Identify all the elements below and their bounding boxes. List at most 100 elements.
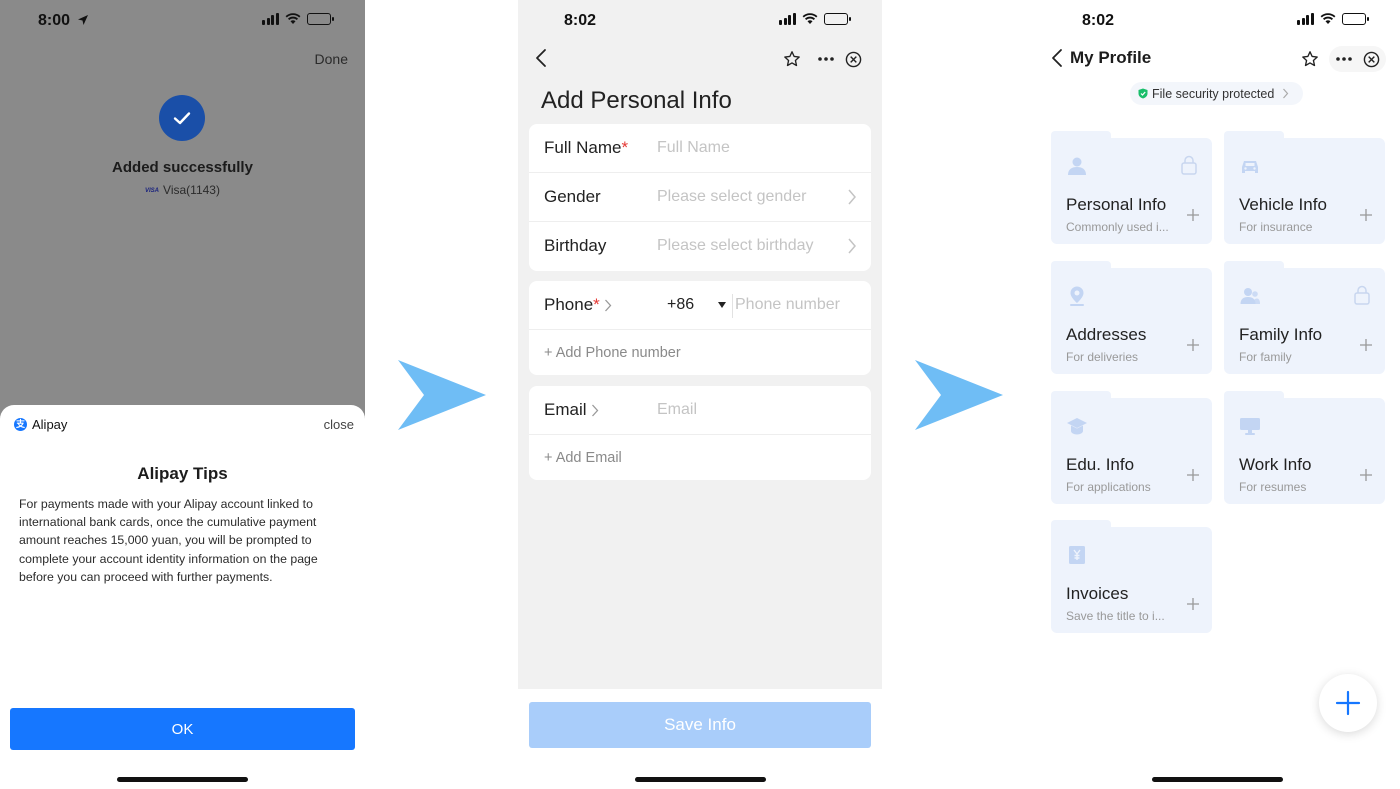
flow-arrow-icon xyxy=(398,360,486,430)
plus-icon[interactable] xyxy=(1186,597,1200,611)
plus-icon[interactable] xyxy=(1359,208,1373,222)
status-bar: 8:02 xyxy=(518,0,882,44)
back-chevron-icon xyxy=(1052,49,1062,67)
mini-app-capsule xyxy=(811,46,868,72)
tile-subtitle: Save the title to i... xyxy=(1066,609,1165,623)
phone-label[interactable]: Phone* xyxy=(544,295,612,315)
security-badge[interactable]: File security protected xyxy=(1130,82,1304,105)
tile-subtitle: For resumes xyxy=(1239,480,1307,494)
tile-title: Personal Info xyxy=(1066,195,1167,214)
close-circle-icon[interactable] xyxy=(1363,51,1380,68)
family-icon xyxy=(1240,288,1260,304)
plus-icon[interactable] xyxy=(1186,338,1200,352)
close-circle-icon[interactable] xyxy=(845,51,862,68)
email-label[interactable]: Email xyxy=(544,400,599,420)
tile-work-info[interactable]: Work Info For resumes xyxy=(1224,391,1385,504)
tile-family-info[interactable]: Family Info For family xyxy=(1224,261,1385,374)
success-check-icon xyxy=(159,95,205,141)
tile-vehicle-info[interactable]: Vehicle Info For insurance xyxy=(1224,131,1385,244)
tile-title: Vehicle Info xyxy=(1239,195,1327,214)
more-icon[interactable] xyxy=(817,56,835,62)
add-email-link[interactable]: + Add Email xyxy=(544,450,622,466)
ok-button[interactable]: OK xyxy=(10,708,355,750)
status-bar: 8:00 xyxy=(0,0,365,44)
battery-icon xyxy=(306,13,334,25)
more-icon[interactable] xyxy=(1335,56,1353,62)
screen-add-personal-info: 8:02 Add Personal Info Full Name* Full N… xyxy=(518,0,882,789)
gender-row[interactable]: Gender Please select gender xyxy=(529,173,871,222)
tile-title: Work Info xyxy=(1239,455,1312,474)
phone-card: Phone* +86 Phone number + Add Phone numb… xyxy=(529,281,871,375)
tile-personal-info[interactable]: Personal Info Commonly used i... xyxy=(1051,131,1212,244)
email-row: Email Email xyxy=(529,386,871,435)
tile-edu-info[interactable]: Edu. Info For applications xyxy=(1051,391,1212,504)
add-phone-link[interactable]: + Add Phone number xyxy=(544,345,681,361)
tile-addresses[interactable]: Addresses For deliveries xyxy=(1051,261,1212,374)
lock-icon xyxy=(1181,155,1197,175)
plus-icon[interactable] xyxy=(1359,338,1373,352)
plus-icon[interactable] xyxy=(1186,208,1200,222)
phone-row: Phone* +86 Phone number xyxy=(529,281,871,330)
plus-icon xyxy=(1335,690,1361,716)
caret-down-icon xyxy=(718,302,726,308)
chevron-right-icon xyxy=(848,238,856,254)
add-fab-button[interactable] xyxy=(1319,674,1377,732)
close-button[interactable]: close xyxy=(324,417,354,432)
invoice-icon xyxy=(1069,546,1085,564)
email-card: Email Email + Add Email xyxy=(529,386,871,480)
screen-my-profile: 8:02 My Profile File security protected … xyxy=(1036,0,1400,789)
wifi-icon xyxy=(1320,13,1335,24)
birthday-row[interactable]: Birthday Please select birthday xyxy=(529,222,871,271)
nav-actions xyxy=(1301,46,1386,72)
card-label: Visa(1143) xyxy=(163,183,220,197)
back-button[interactable]: My Profile xyxy=(1050,48,1151,68)
back-chevron-icon[interactable] xyxy=(532,48,552,68)
tile-subtitle: For insurance xyxy=(1239,220,1313,234)
status-icons xyxy=(1297,13,1369,25)
gender-select[interactable]: Please select gender xyxy=(657,188,806,206)
plus-icon[interactable] xyxy=(1186,468,1200,482)
divider xyxy=(732,294,733,318)
alipay-brand: 支 Alipay xyxy=(14,417,67,432)
full-name-row[interactable]: Full Name* Full Name xyxy=(529,124,871,173)
signal-icon xyxy=(779,13,796,25)
person-icon xyxy=(1068,157,1086,175)
chevron-right-icon xyxy=(591,404,598,417)
done-button[interactable]: Done xyxy=(315,51,348,67)
star-icon[interactable] xyxy=(1301,50,1319,68)
car-icon xyxy=(1242,161,1258,173)
alipay-tips-sheet: 支 Alipay close Alipay Tips For payments … xyxy=(0,405,365,789)
status-icons xyxy=(262,13,334,25)
phone-number-input[interactable]: Phone number xyxy=(735,296,840,314)
email-input[interactable]: Email xyxy=(657,401,697,419)
status-time: 8:00 xyxy=(38,12,71,29)
chevron-right-icon xyxy=(848,189,856,205)
country-code-select[interactable]: +86 xyxy=(667,296,694,314)
plus-icon[interactable] xyxy=(1359,468,1373,482)
battery-icon xyxy=(1341,13,1369,25)
alipay-brand-label: Alipay xyxy=(32,417,68,432)
chevron-right-icon xyxy=(604,299,612,312)
basic-info-card: Full Name* Full Name Gender Please selec… xyxy=(529,124,871,271)
tile-title: Family Info xyxy=(1239,325,1323,344)
tile-invoices[interactable]: Invoices Save the title to i... xyxy=(1051,520,1212,633)
tile-title: Invoices xyxy=(1066,584,1129,603)
screen-added-successfully: 8:00 Done Added successfully VISA Visa(11… xyxy=(0,0,365,789)
home-indicator xyxy=(1152,777,1283,782)
status-bar: 8:02 xyxy=(1036,0,1400,44)
page-title: Add Personal Info xyxy=(541,87,732,114)
home-indicator xyxy=(635,777,766,782)
flow-arrow-icon xyxy=(915,360,1003,430)
birthday-select[interactable]: Please select birthday xyxy=(657,237,814,255)
save-info-button[interactable]: Save Info xyxy=(529,702,871,748)
star-icon[interactable] xyxy=(783,50,801,68)
add-email-row[interactable]: + Add Email xyxy=(529,435,871,480)
page-title: My Profile xyxy=(1070,48,1152,67)
signal-icon xyxy=(1297,13,1314,25)
full-name-input[interactable]: Full Name xyxy=(657,139,730,157)
lock-icon xyxy=(1354,285,1370,305)
location-pin-icon xyxy=(1070,286,1084,306)
add-phone-row[interactable]: + Add Phone number xyxy=(529,330,871,375)
status-icons xyxy=(779,13,851,25)
battery-icon xyxy=(823,13,851,25)
